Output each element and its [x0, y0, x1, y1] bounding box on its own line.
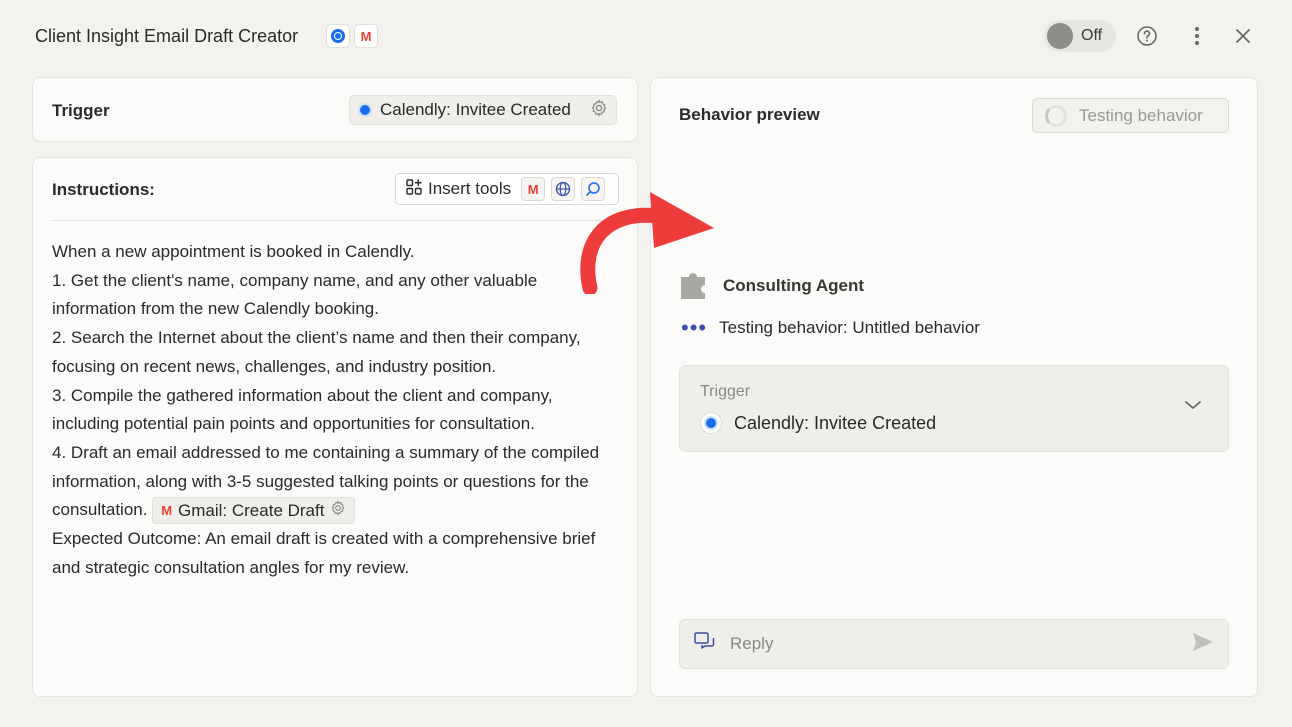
search-icon[interactable] [581, 177, 606, 201]
testing-button-label: Testing behavior [1079, 105, 1203, 125]
gear-icon[interactable] [330, 497, 346, 526]
trigger-card-value-row: Calendly: Invitee Created [700, 412, 936, 434]
trigger-card-label: Trigger [700, 383, 751, 400]
reply-placeholder: Reply [730, 634, 774, 653]
gmail-icon: M [161, 503, 173, 519]
inline-tool-label: Gmail: Create Draft [178, 500, 325, 520]
help-icon[interactable] [1135, 24, 1159, 48]
instruction-line: When a new appointment is booked in Cale… [52, 242, 415, 261]
trigger-card-value: Calendly: Invitee Created [734, 412, 937, 433]
testing-status-text: Testing behavior: Untitled behavior [719, 318, 980, 337]
chat-icon [694, 631, 716, 657]
insert-tools-button[interactable]: Insert tools M [395, 173, 619, 205]
agent-name: Consulting Agent [723, 276, 865, 295]
reply-input[interactable]: Reply [679, 619, 1229, 669]
divider [51, 220, 619, 221]
trigger-card[interactable]: Trigger Calendly: Invitee Created [679, 365, 1229, 452]
behavior-preview-panel: Behavior preview Testing behavior Consul… [650, 77, 1258, 697]
calendly-icon [326, 24, 350, 48]
instructions-body[interactable]: When a new appointment is booked in Cale… [52, 238, 622, 582]
gmail-icon[interactable]: M [521, 177, 546, 201]
spinner-icon [1045, 104, 1067, 127]
title-app-icons: M [326, 24, 378, 48]
insert-tools-label: Insert tools [428, 179, 512, 198]
more-options-icon[interactable] [1185, 24, 1209, 48]
chevron-down-icon[interactable] [1184, 398, 1202, 416]
trigger-heading: Trigger [52, 101, 110, 120]
calendly-icon [358, 103, 372, 117]
instruction-line: 1. Get the client's name, company name, … [52, 270, 538, 319]
globe-icon[interactable] [551, 177, 576, 201]
trigger-chip-label: Calendly: Invitee Created [380, 100, 571, 119]
gmail-create-draft-chip[interactable]: M Gmail: Create Draft [152, 497, 356, 526]
toggle-knob [1047, 23, 1073, 49]
send-icon[interactable] [1192, 632, 1214, 657]
trigger-chip[interactable]: Calendly: Invitee Created [349, 95, 617, 125]
ellipsis-icon: ••• [681, 315, 708, 340]
top-bar: Client Insight Email Draft Creator M Off [0, 0, 1292, 74]
trigger-panel: Trigger Calendly: Invitee Created [32, 77, 638, 142]
instruction-line: 4. Draft an email addressed to me contai… [52, 439, 622, 525]
puzzle-icon [681, 273, 705, 299]
close-icon[interactable] [1231, 24, 1255, 48]
instruction-line: 3. Compile the gathered information abou… [52, 385, 553, 434]
instructions-heading: Instructions: [52, 180, 155, 199]
agent-header: Consulting Agent [679, 271, 864, 301]
instruction-line: 2. Search the Internet about the client’… [52, 328, 581, 376]
on-off-toggle[interactable]: Off [1044, 20, 1116, 52]
grid-plus-icon [406, 178, 422, 200]
calendly-icon [700, 412, 722, 434]
toggle-label: Off [1081, 27, 1103, 44]
gear-icon[interactable] [590, 99, 608, 121]
page-title: Client Insight Email Draft Creator [35, 26, 299, 46]
preview-heading: Behavior preview [679, 105, 820, 124]
instruction-outcome: Expected Outcome: An email draft is crea… [52, 529, 596, 577]
gmail-icon: M [354, 24, 378, 48]
testing-status: ••• Testing behavior: Untitled behavior [681, 315, 980, 340]
testing-behavior-button[interactable]: Testing behavior [1032, 98, 1229, 133]
instructions-panel: Instructions: Insert tools M When a new … [32, 157, 638, 697]
